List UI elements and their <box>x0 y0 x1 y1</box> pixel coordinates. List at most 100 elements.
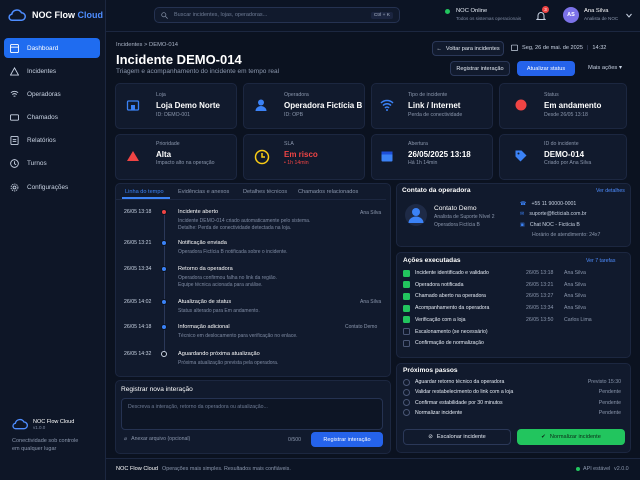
checkbox[interactable] <box>403 304 410 312</box>
card-type-sub: Perda de conectividade <box>408 112 463 118</box>
user-icon <box>408 208 424 223</box>
sidebar-item-incidentes[interactable]: Incidentes <box>4 61 100 81</box>
attach-label: Anexar arquivo (opcional) <box>131 436 191 442</box>
brand-name: NOC Flow Cloud <box>32 10 103 20</box>
submit-interaction-button[interactable]: Registrar interação <box>311 432 383 447</box>
next-step-row[interactable]: Normalizar incidente Pendente <box>403 408 621 418</box>
paperclip-icon: ⌀ <box>124 436 128 442</box>
user-menu[interactable]: Ana Silva Analista de NOC <box>584 8 618 21</box>
checkbox[interactable] <box>403 292 410 300</box>
action-row[interactable]: Operadora notificada 26/05 13:21 Ana Silva <box>403 280 621 290</box>
chevron-down-icon[interactable] <box>626 13 632 18</box>
timeline-title: Aguardando próxima atualização <box>178 351 260 357</box>
card-operator-value: Operadora Fictícia B <box>284 101 363 110</box>
calendar-icon <box>381 151 393 162</box>
contact-chat[interactable]: ▣ Chat NOC - Fictícia B <box>520 222 580 228</box>
app-root: NOC Flow Cloud Dashboard Incidentes Oper… <box>0 0 640 480</box>
sidebar-item-relatorios[interactable]: Relatórios <box>4 131 100 151</box>
contact-email-text: suporte@ficticiab.com.br <box>529 211 587 217</box>
search-input[interactable]: Buscar incidentes, lojas, operadoras... … <box>154 7 400 23</box>
action-row[interactable]: Confirmação de normalização <box>403 338 621 348</box>
interaction-textarea[interactable]: Descreva a interação, retorno da operado… <box>121 398 383 430</box>
escalate-button[interactable]: ⊘ Escalonar incidente <box>403 429 511 445</box>
system-status[interactable]: NOC Online Todos os sistemas operacionais <box>445 8 521 21</box>
contact-email[interactable]: ✉ suporte@ficticiab.com.br <box>520 211 587 217</box>
more-actions-button[interactable]: Mais ações ▾ <box>588 65 622 71</box>
sidebar-item-label: Configurações <box>27 183 69 191</box>
normalize-button[interactable]: ✔ Normalizar incidente <box>517 429 625 445</box>
checkbox[interactable] <box>403 269 410 277</box>
card-operator[interactable]: Operadora Operadora Fictícia B ID: OPB <box>243 83 365 129</box>
card-incident-type[interactable]: Tipo de incidente Link / Internet Perda … <box>371 83 493 129</box>
checkbox[interactable] <box>403 281 410 289</box>
action-row[interactable]: Verificação com a loja 26/05 13:50 Carlos … <box>403 315 621 325</box>
sidebar-item-label: Relatórios <box>27 137 56 145</box>
contact-role: Analista de Suporte Nível 2 <box>434 214 495 220</box>
timeline-desc-1: Incidente DEMO-014 criado automaticament… <box>178 218 311 224</box>
sidebar-item-label: Operadoras <box>27 90 61 98</box>
brand-name-b: Cloud <box>77 10 104 20</box>
card-priority[interactable]: Prioridade Alta Impacto alto na operação <box>115 134 237 180</box>
action-row[interactable]: Incidente identificado e validado 26/05 1… <box>403 268 621 278</box>
card-status[interactable]: Status Em andamento Desde 26/05 13:18 <box>499 83 627 129</box>
page-title: Incidente DEMO-014 <box>116 52 242 67</box>
action-row[interactable]: Acompanhamento da operadora 26/05 13:34 An… <box>403 303 621 313</box>
cloud-logo-icon <box>8 9 26 21</box>
status-title: NOC Online <box>456 8 488 14</box>
action-label: Acompanhamento da operadora <box>415 305 490 312</box>
sidebar-item-turnos[interactable]: Turnos <box>4 154 100 174</box>
contact-details-link[interactable]: Ver detalhes <box>596 188 625 194</box>
action-date: 26/05 13:21 <box>526 281 554 288</box>
store-icon <box>126 100 140 111</box>
card-type-value: Link / Internet <box>408 101 461 110</box>
sidebar-item-operadoras[interactable]: Operadoras <box>4 84 100 104</box>
tab-related-tickets[interactable]: Chamados relacionados <box>298 189 358 195</box>
sidebar-item-dashboard[interactable]: Dashboard <box>4 38 100 58</box>
card-store-sub: ID: DEMO-001 <box>156 112 191 118</box>
timeline-time: 26/05 14:32 <box>124 351 152 357</box>
next-step-state: Previsto 15:30 <box>587 379 621 385</box>
update-status-button[interactable]: Atualizar status <box>517 61 575 76</box>
checkbox[interactable] <box>403 316 410 324</box>
sidebar-item-label: Turnos <box>27 160 47 168</box>
card-store[interactable]: Loja Loja Demo Norte ID: DEMO-001 <box>115 83 237 129</box>
brand[interactable]: NOC Flow Cloud <box>8 8 103 22</box>
action-row[interactable]: Escalonamento (se necessário) <box>403 327 621 337</box>
contact-phone[interactable]: ☎ +55 11 90000-0001 <box>520 201 576 207</box>
back-button[interactable]: ← Voltar para incidentes <box>432 41 504 56</box>
card-status-sub: Desde 26/05 13:18 <box>544 112 588 118</box>
avatar[interactable]: AS <box>563 7 579 23</box>
timeline-time: 26/05 14:18 <box>124 324 152 330</box>
card-sla[interactable]: SLA Em risco • 1h 14min <box>243 134 365 180</box>
checkbox[interactable] <box>403 339 410 347</box>
checkbox[interactable] <box>403 328 410 335</box>
card-opening[interactable]: Abertura 26/05/2025 13:18 Há 1h 14min <box>371 134 493 180</box>
tab-technical[interactable]: Detalhes técnicos <box>243 189 287 195</box>
search-icon <box>161 11 168 19</box>
timeline-desc: Operadora confirmou falha no link da reg… <box>178 275 358 290</box>
breadcrumb[interactable]: Incidentes > DEMO-014 <box>116 42 178 48</box>
tab-timeline[interactable]: Linha do tempo <box>125 189 164 195</box>
attach-button[interactable]: ⌀ Anexar arquivo (opcional) <box>124 436 190 442</box>
api-status[interactable]: API estável <box>576 466 610 472</box>
action-row[interactable]: Chamado aberto na operadora 26/05 13:27 An… <box>403 291 621 301</box>
timeline-desc-1: Operadora confirmou falha no link da reg… <box>178 275 277 281</box>
next-step-row[interactable]: Confirmar estabilidade por 30 minutos Pen… <box>403 398 621 408</box>
actions-all-link[interactable]: Ver 7 tarefas <box>586 258 615 264</box>
page-subtitle: Triagem e acompanhamento do incidente em… <box>116 68 280 75</box>
sidebar-item-configuracoes[interactable]: Configurações <box>4 177 100 197</box>
tab-evidence[interactable]: Evidências e anexos <box>178 189 229 195</box>
status-red-dot-icon <box>515 99 527 111</box>
timeline-time: 26/05 13:34 <box>124 266 152 272</box>
card-opening-value: 26/05/2025 13:18 <box>408 150 471 159</box>
register-interaction-button[interactable]: Registrar interação <box>450 61 510 76</box>
sidebar-nav: Dashboard Incidentes Operadoras Chamados… <box>4 38 100 200</box>
mail-icon: ✉ <box>520 211 525 217</box>
next-step-row[interactable]: Aguardar retorno técnico da operadora Pre… <box>403 377 621 387</box>
sidebar-footer-desc-1: Conectividade sob controle <box>12 438 79 444</box>
ticket-icon <box>10 114 19 121</box>
card-incident-id[interactable]: ID do incidente DEMO-014 Criado por Ana … <box>499 134 627 180</box>
user-role: Analista de NOC <box>584 16 619 21</box>
sidebar-item-chamados[interactable]: Chamados <box>4 108 100 128</box>
next-step-row[interactable]: Validar restabelecimento do link com a l… <box>403 387 621 397</box>
